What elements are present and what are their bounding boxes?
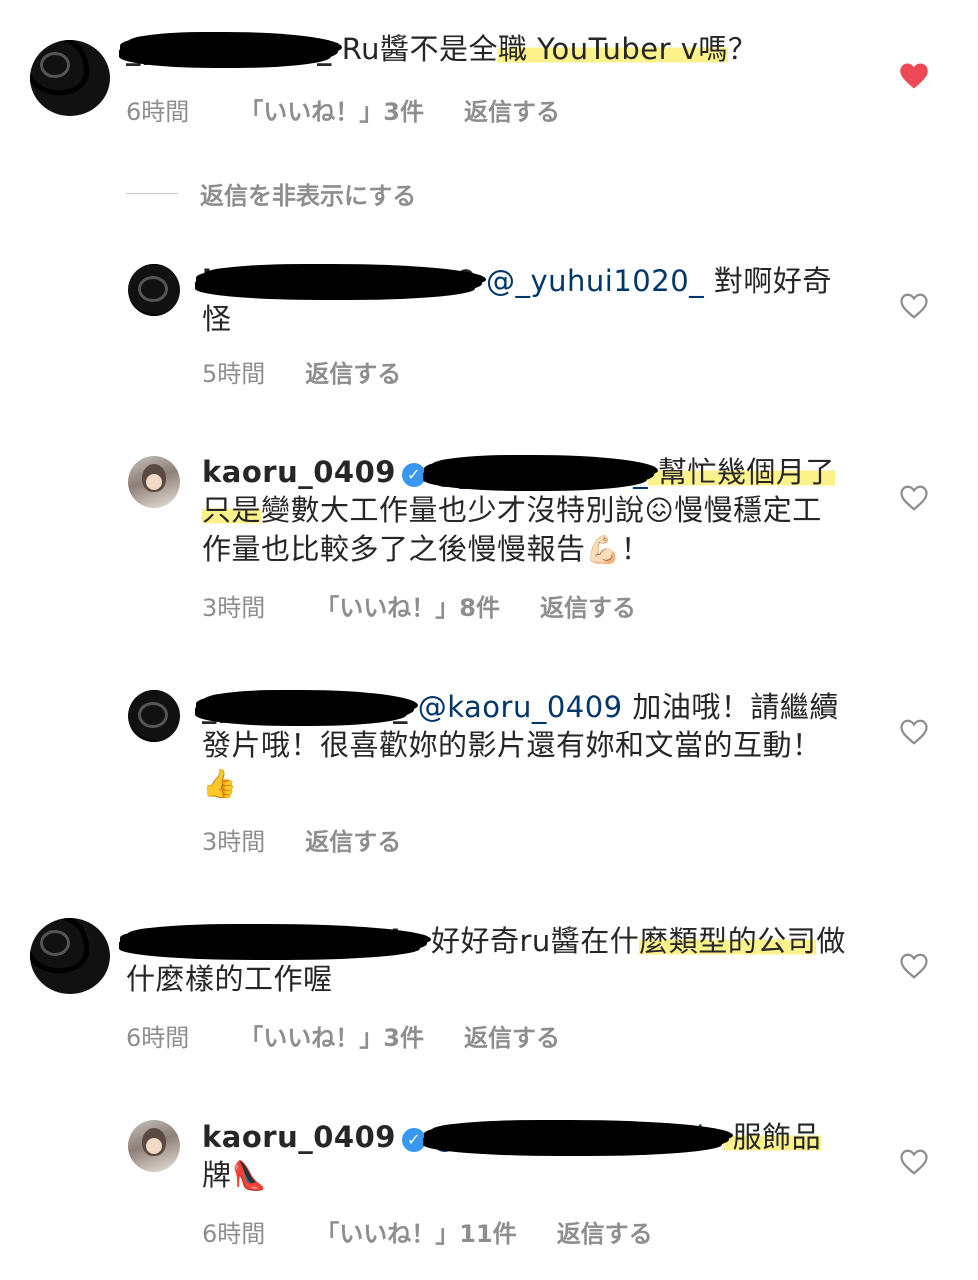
comment-meta: 6時間 「いいね！」11件 返信する — [202, 1214, 653, 1249]
timestamp: 6時間 — [126, 98, 190, 126]
highlighted-text: 職 YouTuber v嗎 — [497, 32, 728, 66]
username[interactable]: andy_soisoisdodo — [119, 922, 428, 960]
mention-link[interactable]: @kaoru_0409 — [418, 690, 623, 724]
divider — [126, 193, 178, 194]
comment-body: 變數大工作量也少才沒特別說 — [261, 493, 645, 527]
highlighted-text: 服飾品 — [722, 1120, 822, 1154]
comment-body: 好好奇ru醬在什 — [421, 924, 640, 958]
timestamp: 6時間 — [202, 1220, 266, 1248]
avatar[interactable] — [128, 456, 180, 508]
like-heart-icon[interactable] — [898, 290, 930, 322]
username[interactable]: luckyeji3209390 — [195, 262, 483, 300]
reply-button[interactable]: 返信する — [557, 1214, 653, 1249]
comment-meta: 6時間 「いいね！」3件 返信する — [126, 1018, 560, 1053]
reply-button[interactable]: 返信する — [305, 822, 401, 857]
avatar[interactable] — [128, 1120, 180, 1172]
comment-meta: 5時間 返信する — [202, 354, 401, 389]
comment-meta: 3時間 返信する — [202, 822, 401, 857]
hide-replies-button[interactable]: 返信を非表示にする — [126, 176, 416, 211]
like-heart-icon[interactable] — [898, 1146, 930, 1178]
comment-body-end: ！ — [620, 532, 651, 566]
comment-meta: 6時間 「いいね！」3件 返信する — [126, 92, 560, 127]
like-heart-icon[interactable] — [898, 482, 930, 514]
likes-count[interactable]: 「いいね！」8件 — [315, 588, 500, 623]
like-heart-icon[interactable] — [898, 950, 930, 982]
likes-count[interactable]: 「いいね！」3件 — [239, 1018, 424, 1053]
username[interactable]: kaoru_0409 — [202, 1120, 396, 1154]
emoji: 👍 — [202, 767, 238, 800]
mention-link[interactable]: @andy_soisoisdodo — [423, 1118, 729, 1156]
avatar[interactable] — [30, 40, 110, 116]
verified-badge-icon: ✓ — [401, 1128, 426, 1152]
emoji: 👠 — [231, 1159, 267, 1192]
mention-link[interactable]: @_yuhui1020_ — [423, 453, 655, 491]
likes-count[interactable]: 「いいね！」11件 — [315, 1214, 516, 1249]
emoji: 😖 — [644, 494, 675, 527]
reply-button[interactable]: 返信する — [464, 92, 560, 127]
comment-text: andy_soisoisdodo 好好奇ru醬在什麼類型的公司做什麼樣的工作喔 — [119, 922, 866, 998]
comment-text: kaoru_0409 ✓ @andy_soisoisdodo 服飾品牌👠 — [202, 1118, 842, 1195]
comment-text: _yuhui1020_ @kaoru_0409 加油哦！請繼續發片哦！很喜歡妳的… — [196, 688, 842, 803]
comment-text: _yuhui1020_ Ru醬不是全職 YouTuber v嗎？ — [120, 30, 886, 68]
timestamp: 6時間 — [126, 1024, 190, 1052]
mention-link[interactable]: @_yuhui1020_ — [486, 264, 704, 298]
comment-body-end: ？ — [727, 32, 758, 66]
avatar[interactable] — [128, 264, 180, 316]
username[interactable]: _yuhui1020_ — [196, 688, 414, 726]
avatar[interactable] — [30, 918, 110, 994]
emoji: 💪🏻 — [585, 533, 621, 566]
comment-text: kaoru_0409 ✓ @_yuhui1020_ 幫忙幾個月了只是變數大工作量也少… — [202, 453, 842, 569]
username[interactable]: kaoru_0409 — [202, 455, 396, 489]
reply-button[interactable]: 返信する — [540, 588, 636, 623]
username[interactable]: _yuhui1020_ — [120, 30, 338, 68]
verified-badge-icon: ✓ — [401, 463, 426, 487]
timestamp: 3時間 — [202, 828, 266, 856]
reply-button[interactable]: 返信する — [305, 354, 401, 389]
like-heart-icon[interactable] — [898, 716, 930, 748]
reply-button[interactable]: 返信する — [464, 1018, 560, 1053]
comment-meta: 3時間 「いいね！」8件 返信する — [202, 588, 636, 623]
comment-body: 牌 — [202, 1158, 232, 1192]
avatar[interactable] — [128, 690, 180, 742]
likes-count[interactable]: 「いいね！」3件 — [239, 92, 424, 127]
timestamp: 3時間 — [202, 594, 266, 622]
comment-text: luckyeji3209390 @_yuhui1020_ 對啊好奇怪 — [195, 262, 842, 338]
hide-replies-label: 返信を非表示にする — [200, 182, 417, 210]
like-heart-icon[interactable] — [898, 60, 930, 92]
highlighted-text: 麼類型的公司 — [639, 924, 817, 958]
timestamp: 5時間 — [202, 360, 266, 388]
comment-body: Ru醬不是全 — [341, 32, 498, 66]
